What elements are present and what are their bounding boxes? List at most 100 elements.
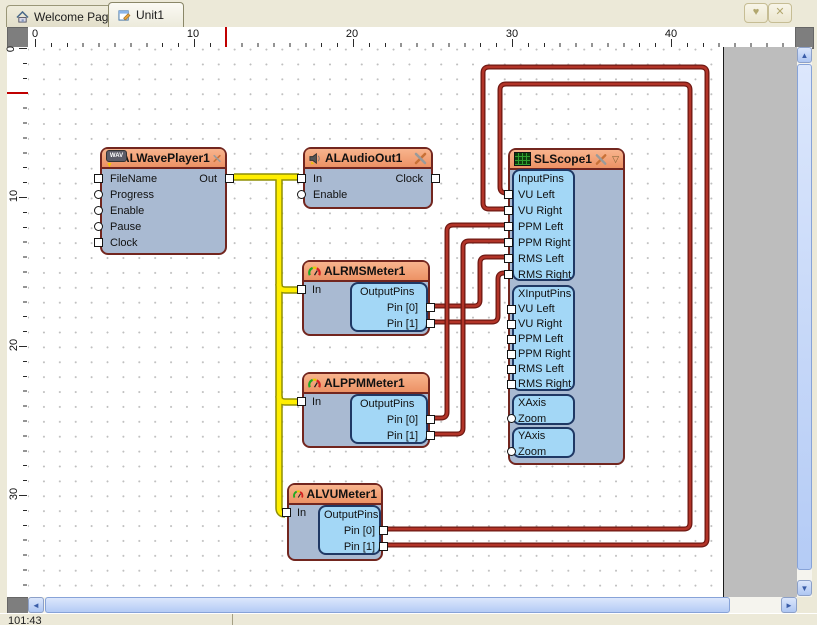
tab-unit1[interactable]: Unit1 bbox=[108, 2, 184, 27]
panel-title: OutputPins bbox=[360, 396, 414, 412]
pin-label: Clock bbox=[395, 171, 423, 187]
block-title: ALWavePlayer1 bbox=[121, 151, 210, 165]
pin-out[interactable] bbox=[225, 174, 234, 183]
pin-clock[interactable] bbox=[94, 238, 103, 247]
block-title: ALPPMMeter1 bbox=[324, 376, 405, 390]
pin-label: RMS Right bbox=[518, 377, 571, 392]
block-alvumeter1[interactable]: ALVUMeter1 In OutputPins Pin [0] Pin [1] bbox=[287, 483, 383, 561]
pin-row: Pause bbox=[102, 219, 225, 235]
inputpins-panel: InputPins VU Left VU Right PPM Left PPM … bbox=[512, 169, 575, 281]
pin-out-0[interactable] bbox=[426, 303, 435, 312]
pin-out-0[interactable] bbox=[426, 415, 435, 424]
block-alppmmeter1[interactable]: ALPPMMeter1 In OutputPins Pin [0] Pin [1… bbox=[302, 372, 430, 448]
pin-label: Pin [0] bbox=[387, 300, 418, 316]
ruler-label: 30 bbox=[506, 28, 518, 40]
pin-label: PPM Right bbox=[518, 235, 571, 251]
pin-label: RMS Right bbox=[518, 267, 571, 283]
pin-rms-left[interactable] bbox=[504, 254, 513, 263]
block-alwaveplayer1[interactable]: WAV▼ ALWavePlayer1 FileName Out Progress… bbox=[100, 147, 227, 255]
pin-row: VU Right bbox=[514, 317, 573, 332]
tools-icon[interactable] bbox=[595, 153, 607, 166]
ruler-label: 10 bbox=[8, 190, 20, 202]
pin-filename[interactable] bbox=[94, 174, 103, 183]
pin-yaxis-zoom[interactable] bbox=[507, 447, 516, 456]
block-header[interactable]: WAV▼ ALWavePlayer1 bbox=[102, 149, 225, 169]
rms-meter-icon bbox=[308, 265, 321, 278]
pin-row: Pin [0] bbox=[352, 300, 426, 316]
block-header[interactable]: ALRMSMeter1 bbox=[304, 262, 428, 282]
chevron-down-icon[interactable]: ▽ bbox=[612, 154, 619, 165]
ide-window: Welcome Page Unit1 ♥ ✕ 0 10 20 30 40 0 bbox=[0, 0, 817, 624]
pin-in[interactable] bbox=[297, 285, 306, 294]
block-header[interactable]: ALVUMeter1 bbox=[289, 485, 381, 505]
pin-label: Enable bbox=[110, 203, 144, 219]
pin-ppm-left[interactable] bbox=[504, 222, 513, 231]
pin-label: Pin [0] bbox=[387, 412, 418, 428]
arrow-right-icon: ► bbox=[785, 601, 793, 610]
pin-in[interactable] bbox=[297, 174, 306, 183]
pin-label: In bbox=[312, 282, 321, 298]
scroll-down-button[interactable]: ▼ bbox=[797, 580, 812, 596]
scroll-right-button[interactable]: ► bbox=[781, 597, 797, 613]
pin-enable[interactable] bbox=[94, 206, 103, 215]
scroll-up-button[interactable]: ▲ bbox=[797, 47, 812, 63]
pin-ppm-right[interactable] bbox=[504, 238, 513, 247]
block-title: ALVUMeter1 bbox=[307, 487, 377, 501]
block-alrmsmeter1[interactable]: ALRMSMeter1 In OutputPins Pin [0] Pin [1… bbox=[302, 260, 430, 336]
pin-x-rms-left[interactable] bbox=[507, 365, 516, 374]
tools-icon[interactable] bbox=[213, 152, 221, 165]
ruler-label: 40 bbox=[665, 28, 677, 40]
pin-x-rms-right[interactable] bbox=[507, 380, 516, 389]
pin-vu-left[interactable] bbox=[504, 190, 513, 199]
pin-row: In Clock bbox=[305, 171, 431, 187]
block-header[interactable]: SLScope1 ▽ bbox=[510, 150, 623, 170]
tab-label: Unit1 bbox=[136, 8, 164, 22]
pin-vu-right[interactable] bbox=[504, 206, 513, 215]
pin-x-ppm-right[interactable] bbox=[507, 350, 516, 359]
tab-list-button[interactable]: ♥ bbox=[744, 3, 768, 23]
pin-rms-right[interactable] bbox=[504, 270, 513, 279]
outputpins-panel: OutputPins Pin [0] Pin [1] bbox=[350, 394, 428, 444]
pin-in[interactable] bbox=[282, 508, 291, 517]
pin-clock[interactable] bbox=[431, 174, 440, 183]
tools-icon[interactable] bbox=[414, 152, 427, 165]
pin-label: VU Left bbox=[518, 302, 555, 317]
pin-out-1[interactable] bbox=[379, 542, 388, 551]
pin-label: Pin [1] bbox=[387, 316, 418, 332]
pin-pause[interactable] bbox=[94, 222, 103, 231]
pin-xaxis-zoom[interactable] bbox=[507, 414, 516, 423]
h-scroll-thumb[interactable] bbox=[45, 597, 730, 613]
pin-label: Progress bbox=[110, 187, 154, 203]
pin-out-1[interactable] bbox=[426, 319, 435, 328]
block-header[interactable]: ALPPMMeter1 bbox=[304, 374, 428, 394]
scroll-left-button[interactable]: ◄ bbox=[28, 597, 44, 613]
v-scroll-thumb[interactable] bbox=[797, 64, 812, 570]
pin-row: VU Right bbox=[514, 203, 573, 219]
pin-out-1[interactable] bbox=[426, 431, 435, 440]
pin-row: PPM Right bbox=[514, 235, 573, 251]
pin-row: Clock bbox=[102, 235, 225, 251]
pin-label: Pin [0] bbox=[344, 523, 375, 539]
pin-label: Zoom bbox=[518, 411, 546, 427]
panel-title: YAxis bbox=[518, 429, 545, 444]
pin-row: RMS Left bbox=[514, 251, 573, 267]
pin-out-0[interactable] bbox=[379, 526, 388, 535]
vu-meter-icon bbox=[293, 488, 304, 501]
pin-progress[interactable] bbox=[94, 190, 103, 199]
pin-x-vu-right[interactable] bbox=[507, 320, 516, 329]
block-title: SLScope1 bbox=[534, 152, 592, 166]
yaxis-panel: YAxis Zoom bbox=[512, 427, 575, 458]
pin-enable[interactable] bbox=[297, 190, 306, 199]
block-slscope1[interactable]: SLScope1 ▽ InputPins VU Left VU Right PP… bbox=[508, 148, 625, 465]
pin-label: Zoom bbox=[518, 444, 546, 460]
pin-in[interactable] bbox=[297, 397, 306, 406]
pin-x-ppm-left[interactable] bbox=[507, 335, 516, 344]
pin-label: RMS Left bbox=[518, 251, 564, 267]
tab-close-button[interactable]: ✕ bbox=[768, 3, 792, 23]
block-alaudioout1[interactable]: ALAudioOut1 In Clock Enable bbox=[303, 147, 433, 209]
pin-row: VU Left bbox=[514, 302, 573, 317]
block-header[interactable]: ALAudioOut1 bbox=[305, 149, 431, 169]
pin-x-vu-left[interactable] bbox=[507, 305, 516, 314]
pin-label: VU Right bbox=[518, 203, 562, 219]
status-divider bbox=[232, 614, 233, 625]
